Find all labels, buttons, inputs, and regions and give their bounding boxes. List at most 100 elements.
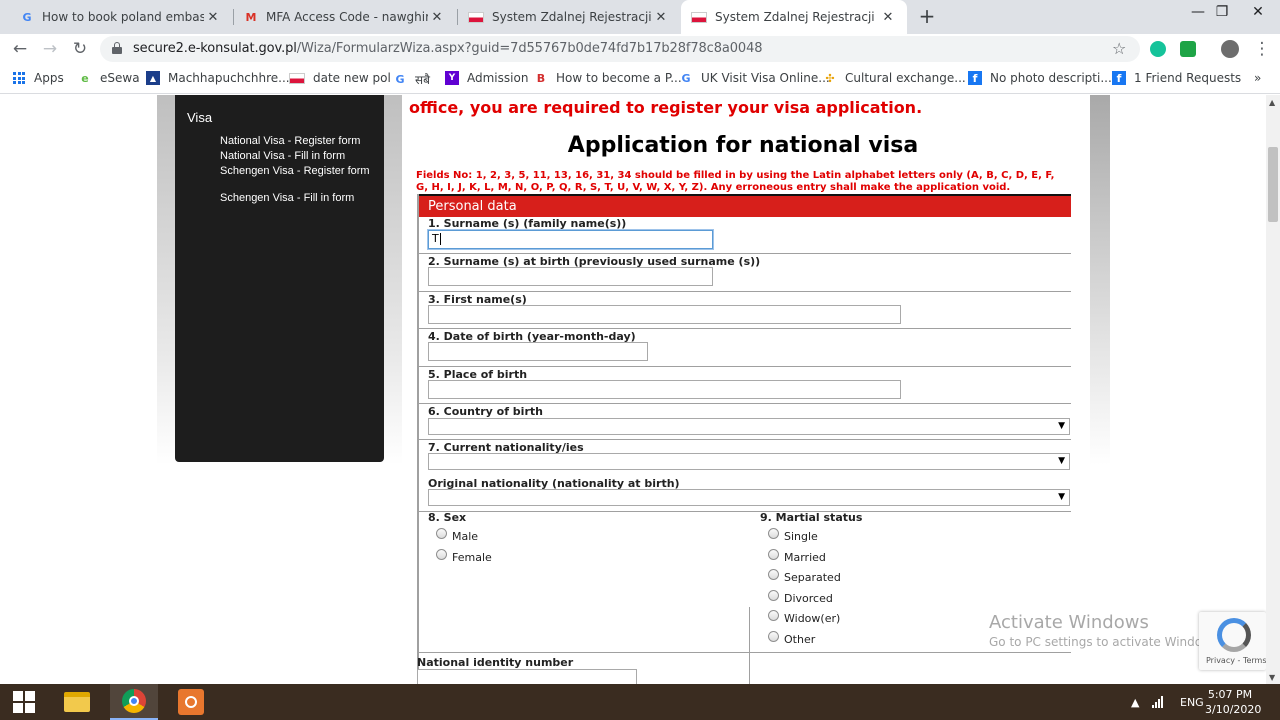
bookmark-friend-requests[interactable]: f 1 Friend Requests [1112, 71, 1241, 85]
profile-avatar[interactable] [1221, 40, 1239, 58]
bookmark-star-icon[interactable]: ☆ [1112, 39, 1126, 58]
radio-button[interactable] [436, 528, 447, 539]
latin-letters-note: Fields No: 1, 2, 3, 5, 11, 13, 16, 31, 3… [416, 170, 1055, 193]
language-indicator[interactable]: ENG [1180, 684, 1204, 720]
tab-system-rejestracji-1[interactable]: System Zdalnej Rejestracji ✕ [458, 0, 680, 34]
field-row-surname: 1. Surname (s) (family name(s)) T [419, 217, 1071, 254]
bookmark-esewa[interactable]: e eSewa [78, 71, 139, 85]
chrome-taskbar-button[interactable] [110, 684, 158, 720]
national-id-input[interactable] [417, 669, 637, 685]
close-icon[interactable]: ✕ [652, 10, 670, 25]
bookmark-uk-visit-visa[interactable]: G UK Visit Visa Online... [679, 71, 829, 85]
radio-button[interactable] [768, 528, 779, 539]
google-icon: G [681, 71, 691, 85]
original-nationality-select[interactable]: ▼ [428, 489, 1070, 506]
bookmark-no-photo[interactable]: f No photo descripti... [968, 71, 1112, 85]
new-tab-button[interactable]: + [915, 5, 939, 29]
marital-option-divorced[interactable]: Divorced [768, 590, 833, 605]
surname-input[interactable]: T [428, 230, 713, 249]
menu-icon[interactable]: ⋮ [1250, 37, 1274, 61]
marital-option-single[interactable]: Single [768, 528, 818, 543]
section-header-personal-data: Personal data [419, 196, 1071, 217]
windows-logo-icon [13, 691, 35, 713]
pinwheel-icon: ✣ [825, 71, 835, 85]
sex-label: 8. Sex [428, 511, 467, 524]
sidebar-link-national-register[interactable]: National Visa - Register form [220, 135, 380, 147]
sex-option-female[interactable]: Female [436, 549, 492, 564]
country-of-birth-select[interactable]: ▼ [428, 418, 1070, 435]
web-page: Visa National Visa - Register form Natio… [0, 95, 1266, 685]
field-row-current-nationality: 7. Current nationality/ies ▼ [419, 440, 1071, 476]
marital-option-widow[interactable]: Widow(er) [768, 610, 840, 625]
recaptcha-badge[interactable]: Privacy - Terms [1199, 612, 1266, 670]
reload-button[interactable]: ↻ [68, 37, 92, 61]
sidebar-link-schengen-register[interactable]: Schengen Visa - Register form [220, 165, 380, 177]
tray-chevron-icon[interactable]: ▲ [1131, 684, 1139, 720]
file-explorer-button[interactable] [53, 684, 101, 720]
sidebar-link-national-fill[interactable]: National Visa - Fill in form [220, 150, 380, 162]
tab-title: System Zdalnej Rejestracji [492, 10, 652, 24]
current-nationality-select[interactable]: ▼ [428, 453, 1070, 470]
bookmark-machhapuchchhre[interactable]: ▲ Machhapuchchhre... [146, 71, 290, 85]
bookmark-sabai[interactable]: G सबै [393, 71, 430, 88]
poland-flag-icon [289, 72, 305, 84]
radio-button[interactable] [768, 549, 779, 560]
bookmark-cultural-exchange[interactable]: ✣ Cultural exchange... [823, 71, 965, 85]
bookmark-apps[interactable]: Apps [12, 71, 64, 85]
radio-button[interactable] [436, 549, 447, 560]
page-scrollbar[interactable]: ▲ ▼ [1266, 95, 1280, 685]
address-bar[interactable]: secure2.e-konsulat.gov.pl/Wiza/Formularz… [100, 36, 1140, 62]
bookmark-label: No photo descripti... [990, 71, 1112, 85]
start-button[interactable] [0, 684, 48, 720]
radio-button[interactable] [768, 590, 779, 601]
marital-option-other[interactable]: Other [768, 631, 815, 646]
scroll-down-arrow-icon[interactable]: ▼ [1269, 673, 1275, 682]
radio-button[interactable] [768, 631, 779, 642]
first-name-input[interactable] [428, 305, 901, 324]
radio-button[interactable] [768, 569, 779, 580]
lock-icon [112, 42, 122, 54]
bookmark-date-new-pol[interactable]: date new pol [289, 71, 391, 85]
clock[interactable]: 5:07 PM 3/10/2020 [1205, 687, 1261, 717]
sidebar-link-schengen-fill[interactable]: Schengen Visa - Fill in form [220, 192, 380, 204]
page-title: Application for national visa [567, 133, 919, 158]
field-row-place-of-birth: 5. Place of birth [419, 367, 1071, 404]
bookmark-label: How to become a P... [556, 71, 682, 85]
window-close-button[interactable]: ✕ [1236, 0, 1280, 34]
marital-option-married[interactable]: Married [768, 549, 826, 564]
recaptcha-terms[interactable]: Privacy - Terms [1206, 656, 1266, 665]
windows-taskbar: ▲ ENG 5:07 PM 3/10/2020 [0, 684, 1280, 720]
bookmark-admission[interactable]: Y Admission [445, 71, 528, 85]
date-of-birth-input[interactable] [428, 342, 648, 361]
tab-embassy-search[interactable]: G How to book poland embassy ap ✕ [10, 0, 232, 34]
section-divider [419, 652, 1071, 653]
scroll-thumb[interactable] [1268, 147, 1278, 222]
recorder-app-button[interactable] [167, 684, 215, 720]
scroll-up-arrow-icon[interactable]: ▲ [1269, 98, 1275, 107]
browser-tab-strip: G How to book poland embassy ap ✕ M MFA … [0, 0, 1280, 34]
close-icon[interactable]: ✕ [204, 10, 222, 25]
visa-form: Personal data 1. Surname (s) (family nam… [417, 194, 1071, 685]
back-button[interactable]: ← [8, 37, 32, 61]
close-icon[interactable]: ✕ [428, 10, 446, 25]
sex-option-male[interactable]: Male [436, 528, 478, 543]
radio-button[interactable] [768, 610, 779, 621]
field-row-country-of-birth: 6. Country of birth ▼ [419, 404, 1071, 440]
surname-at-birth-input[interactable] [428, 267, 713, 286]
bookmark-how-to-become[interactable]: B How to become a P... [534, 71, 682, 85]
extension-icon[interactable] [1180, 41, 1196, 57]
bookmark-label: Apps [34, 71, 64, 85]
bookmarks-overflow-button[interactable]: » [1254, 71, 1261, 85]
page-background-right [1090, 95, 1110, 465]
marital-option-separated[interactable]: Separated [768, 569, 841, 584]
bookmark-label: Admission [467, 71, 529, 85]
place-of-birth-input[interactable] [428, 380, 901, 399]
bookmark-label: Machhapuchchhre... [168, 71, 290, 85]
forward-button[interactable]: → [38, 37, 62, 61]
bookmark-label: सबै [415, 73, 430, 87]
close-icon[interactable]: ✕ [879, 10, 897, 25]
tab-system-rejestracji-active[interactable]: System Zdalnej Rejestracji ✕ [681, 0, 907, 34]
grammarly-extension-icon[interactable] [1150, 41, 1166, 57]
network-icon[interactable] [1152, 684, 1163, 720]
tab-gmail[interactable]: M MFA Access Code - nawghiraj@g ✕ [234, 0, 456, 34]
